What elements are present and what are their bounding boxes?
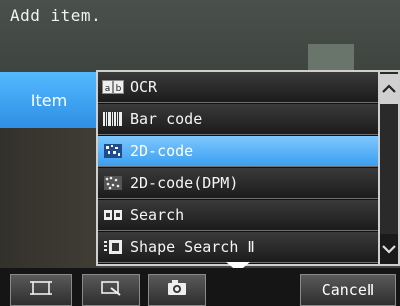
cancel-button[interactable]: CanceⅡ: [300, 274, 396, 306]
ocr-icon: a b: [102, 79, 124, 95]
2d-code-icon: [102, 143, 124, 159]
page-title: Add item.: [10, 6, 102, 25]
chevron-up-icon: [382, 84, 396, 93]
chevron-down-icon: [382, 245, 396, 254]
menu-item-ocr[interactable]: a b OCR: [98, 72, 378, 103]
menu-item-label: 2D-code(DPM): [130, 174, 239, 192]
image-highlight: [308, 44, 354, 70]
2d-code-dpm-icon: [102, 175, 124, 191]
menu-item-label: Search: [130, 206, 185, 224]
camera-button[interactable]: [148, 274, 206, 306]
menu-item-label: Shape Search Ⅱ: [130, 238, 255, 256]
scroll-down-button[interactable]: [380, 234, 398, 264]
tab-item-label: Item: [30, 90, 68, 110]
shape-search-icon: [102, 239, 124, 255]
scroll-up-button[interactable]: [380, 74, 398, 104]
item-menu: a b OCR Bar code 2D-code 2D-code(DPM) Se…: [96, 70, 380, 266]
tab-item[interactable]: Item: [0, 72, 98, 128]
svg-text:a: a: [105, 84, 111, 94]
screen: Add item. Item a b OCR Bar code 2D-code …: [0, 0, 400, 306]
svg-text:b: b: [116, 84, 122, 94]
frame-icon: [29, 279, 53, 301]
camera-image-lower: [0, 128, 98, 268]
menu-item-bar-code[interactable]: Bar code: [98, 104, 378, 135]
menu-item-2d-code[interactable]: 2D-code: [98, 136, 378, 167]
zoom-area-icon: [99, 279, 123, 301]
frame-button[interactable]: [10, 274, 72, 306]
camera-icon: [165, 279, 189, 301]
cancel-label: CanceⅡ: [321, 281, 375, 299]
barcode-icon: [102, 111, 124, 127]
search-icon: [102, 207, 124, 223]
menu-item-label: 2D-code: [130, 142, 194, 160]
zoom-area-button[interactable]: [82, 274, 140, 306]
menu-scrollbar[interactable]: [380, 70, 400, 266]
menu-item-label: OCR: [130, 78, 158, 96]
menu-item-label: Bar code: [130, 110, 203, 128]
menu-item-search[interactable]: Search: [98, 200, 378, 231]
menu-item-2d-code-dpm[interactable]: 2D-code(DPM): [98, 168, 378, 199]
menu-item-shape-search[interactable]: Shape Search Ⅱ: [98, 232, 378, 263]
